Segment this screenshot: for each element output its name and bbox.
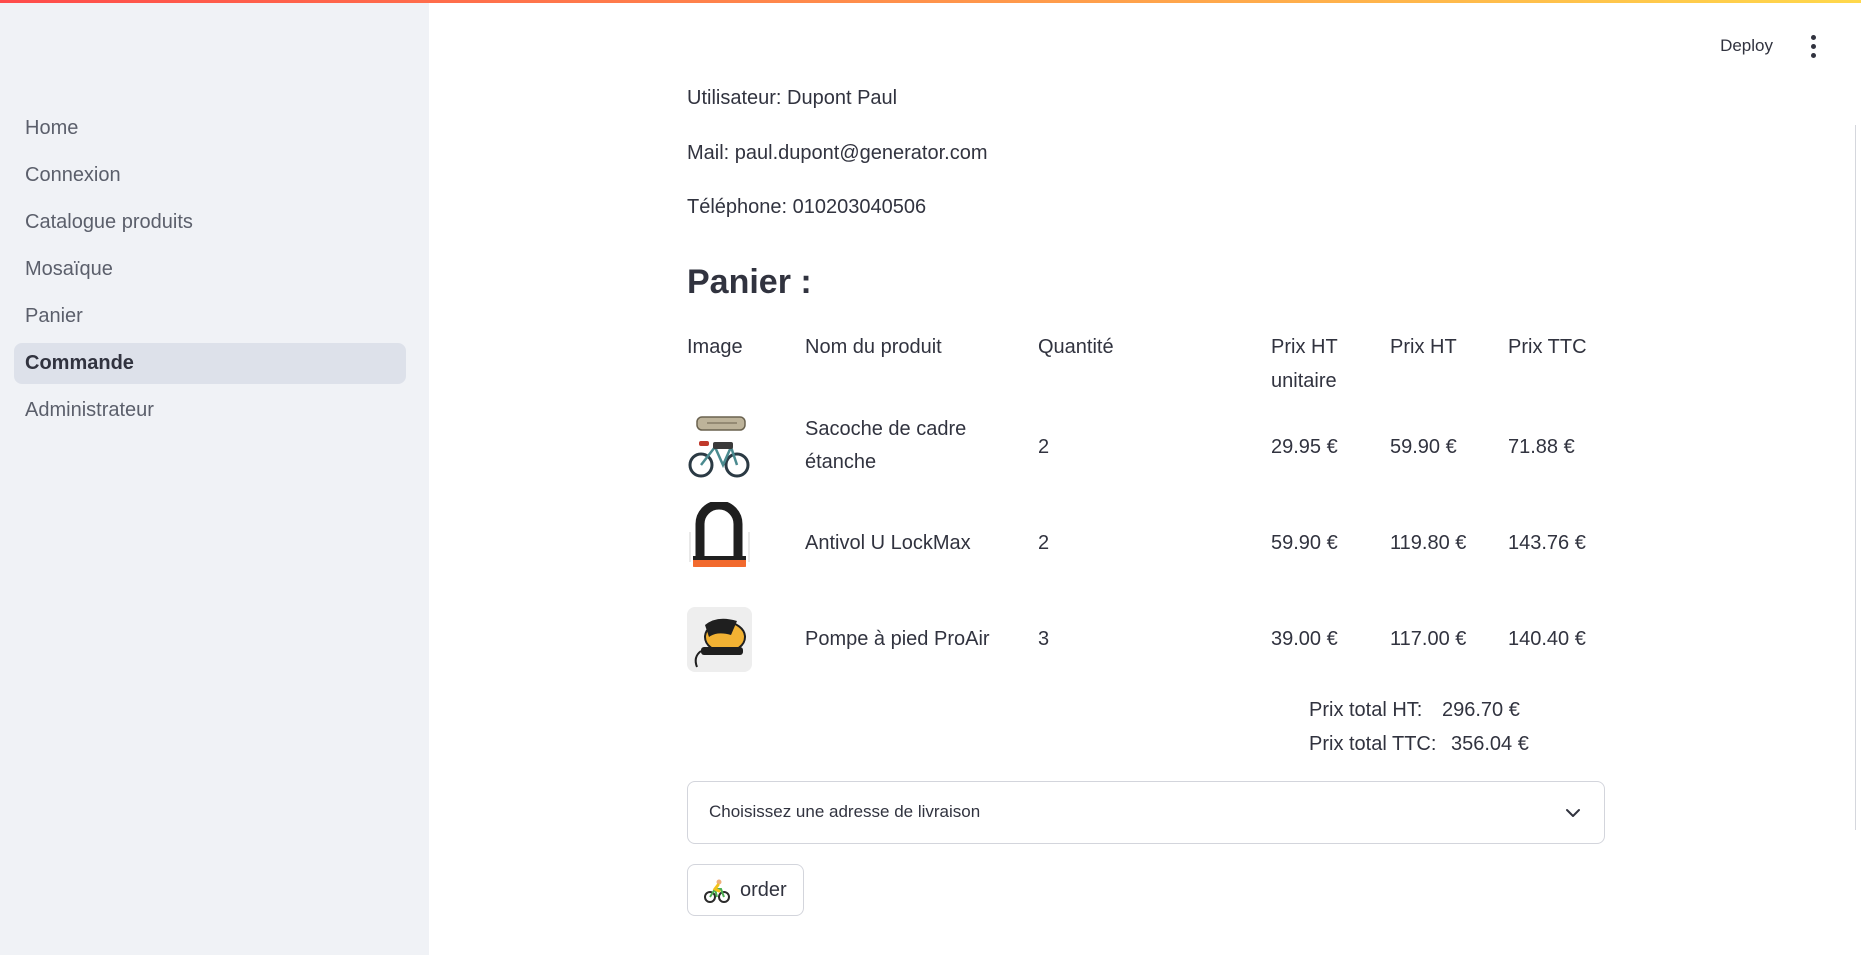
total-ht-value: 296.70 € xyxy=(1442,699,1520,721)
order-button[interactable]: order xyxy=(687,864,804,916)
sidebar: Home Connexion Catalogue produits Mosaïq… xyxy=(0,0,429,955)
column-header-total-ttc: Prix TTC xyxy=(1508,336,1587,358)
product-quantity: 2 xyxy=(1038,532,1050,554)
sidebar-item-mosaique[interactable]: Mosaïque xyxy=(14,249,406,290)
product-total-ht: 119.80 € xyxy=(1390,532,1467,554)
product-unit-price-ht: 29.95 € xyxy=(1271,436,1338,458)
sidebar-item-connexion[interactable]: Connexion xyxy=(14,155,406,196)
column-header-name: Nom du produit xyxy=(805,336,942,358)
sidebar-item-catalogue-produits[interactable]: Catalogue produits xyxy=(14,202,406,243)
column-header-image: Image xyxy=(687,336,743,358)
product-name-line1: Sacoche de cadre xyxy=(805,418,967,440)
product-unit-price-ht: 39.00 € xyxy=(1271,628,1338,650)
delivery-address-placeholder: Choisissez une adresse de livraison xyxy=(709,802,981,821)
user-phone: Téléphone: 010203040506 xyxy=(687,196,927,218)
header-actions: Deploy xyxy=(1720,30,1823,62)
product-total-ht: 117.00 € xyxy=(1390,628,1467,650)
bike-bag-image xyxy=(687,414,752,479)
total-ttc-label: Prix total TTC: xyxy=(1309,733,1437,755)
sidebar-item-commande[interactable]: Commande xyxy=(14,343,406,384)
column-header-quantity: Quantité xyxy=(1038,336,1114,358)
delivery-address-select[interactable]: Choisissez une adresse de livraison xyxy=(687,781,1605,844)
product-name: Antivol U LockMax xyxy=(805,532,971,554)
total-ttc-value: 356.04 € xyxy=(1451,733,1529,755)
sidebar-item-home[interactable]: Home xyxy=(14,108,406,149)
total-ht-label: Prix total HT: xyxy=(1309,699,1423,721)
product-quantity: 2 xyxy=(1038,436,1050,458)
top-accent-bar xyxy=(0,0,1861,3)
product-name-line2: étanche xyxy=(805,451,877,473)
bicyclist-icon xyxy=(704,879,730,903)
product-total-ttc: 140.40 € xyxy=(1508,628,1586,650)
column-header-total-ht: Prix HT xyxy=(1390,336,1457,358)
chevron-down-icon xyxy=(1566,809,1580,817)
more-menu-icon[interactable] xyxy=(1803,30,1823,62)
cart-heading: Panier : xyxy=(687,263,812,301)
product-total-ht: 59.90 € xyxy=(1390,436,1457,458)
foot-pump-image xyxy=(687,607,752,672)
product-total-ttc: 143.76 € xyxy=(1508,532,1586,554)
product-total-ttc: 71.88 € xyxy=(1508,436,1575,458)
user-mail: Mail: paul.dupont@generator.com xyxy=(687,142,988,164)
column-header-unit-price-ht: Prix HT unitaire xyxy=(1271,330,1338,398)
sidebar-item-panier[interactable]: Panier xyxy=(14,296,406,337)
product-name: Sacoche de cadre étanche xyxy=(805,413,966,479)
column-header-unit-price-ht-line1: Prix HT xyxy=(1271,336,1338,358)
order-button-label: order xyxy=(740,879,787,901)
product-quantity: 3 xyxy=(1038,628,1050,650)
product-name: Pompe à pied ProAir xyxy=(805,628,990,650)
sidebar-item-administrateur[interactable]: Administrateur xyxy=(14,390,406,431)
user-name: Utilisateur: Dupont Paul xyxy=(687,87,898,109)
scrollbar[interactable] xyxy=(1855,125,1861,830)
column-header-unit-price-ht-line2: unitaire xyxy=(1271,370,1337,392)
deploy-button[interactable]: Deploy xyxy=(1720,36,1773,56)
sidebar-nav: Home Connexion Catalogue produits Mosaïq… xyxy=(14,108,406,437)
product-unit-price-ht: 59.90 € xyxy=(1271,532,1338,554)
u-lock-image xyxy=(687,502,752,567)
